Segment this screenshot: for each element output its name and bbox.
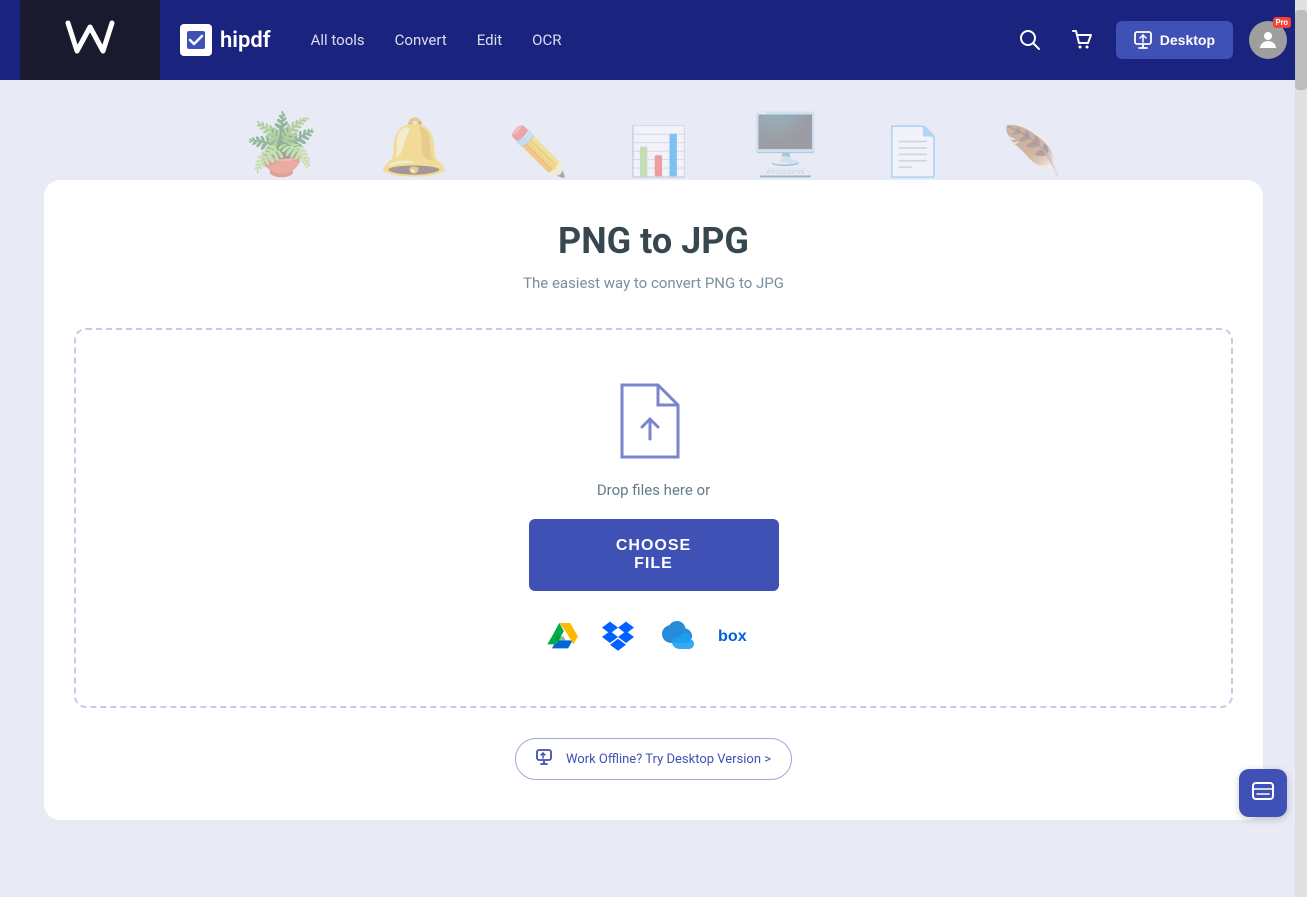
box-icon[interactable]: box (718, 625, 762, 649)
plant-illustration: 🪴 (244, 109, 319, 180)
scrollbar-thumb[interactable] (1295, 10, 1307, 90)
nav-links: All tools Convert Edit OCR (311, 31, 1012, 49)
ws-logo-icon (64, 15, 116, 66)
lamp-illustration: 🔔 (379, 114, 449, 180)
desktop-button[interactable]: Desktop (1116, 21, 1233, 59)
pro-badge: Pro (1273, 17, 1291, 28)
main-card: PNG to JPG The easiest way to convert PN… (44, 180, 1263, 820)
choose-file-button[interactable]: CHOOSE FILE (529, 519, 779, 591)
svg-text:box: box (718, 627, 747, 645)
wondershare-brand (20, 0, 160, 80)
offline-banner: Work Offline? Try Desktop Version > (74, 738, 1233, 780)
onedrive-icon[interactable] (658, 621, 694, 653)
scrollbar[interactable] (1295, 0, 1307, 897)
page-title: PNG to JPG (74, 220, 1233, 262)
cloud-service-icons: box (546, 619, 762, 655)
desktop-offline-icon (536, 749, 556, 769)
monitor-illustration: 🖥️ (748, 109, 823, 180)
user-avatar[interactable]: Pro (1249, 21, 1287, 59)
quill-illustration: 🪶 (1003, 123, 1063, 180)
offline-text: Work Offline? Try Desktop Version > (566, 752, 771, 767)
feedback-button[interactable] (1239, 769, 1287, 817)
dropbox-icon[interactable] (602, 619, 634, 655)
desktop-btn-label: Desktop (1160, 32, 1215, 48)
cart-button[interactable] (1064, 22, 1100, 58)
offline-pill[interactable]: Work Offline? Try Desktop Version > (515, 738, 792, 780)
nav-all-tools[interactable]: All tools (311, 31, 365, 49)
dropzone[interactable]: Drop files here or CHOOSE FILE (74, 328, 1233, 708)
doc-illustration: 📄 (883, 123, 943, 180)
navbar: hipdf All tools Convert Edit OCR (0, 0, 1307, 80)
nav-ocr[interactable]: OCR (532, 31, 561, 49)
google-drive-icon[interactable] (546, 619, 578, 655)
hipdf-text: hipdf (220, 28, 271, 53)
nav-convert[interactable]: Convert (395, 31, 447, 49)
nav-edit[interactable]: Edit (477, 31, 502, 49)
drop-text: Drop files here or (597, 481, 710, 499)
pencil-illustration: ✏️ (509, 123, 569, 180)
hipdf-logo[interactable]: hipdf (180, 24, 271, 56)
upload-icon (618, 381, 690, 461)
hipdf-logo-icon (180, 24, 212, 56)
hero-band: 🪴 🔔 ✏️ 📊 🖥️ 📄 🪶 (0, 80, 1307, 180)
chart-illustration: 📊 (629, 123, 689, 180)
search-button[interactable] (1012, 22, 1048, 58)
page-subtitle: The easiest way to convert PNG to JPG (74, 274, 1233, 292)
nav-actions: Desktop Pro (1012, 21, 1287, 59)
hero-illustrations: 🪴 🔔 ✏️ 📊 🖥️ 📄 🪶 (244, 109, 1062, 180)
